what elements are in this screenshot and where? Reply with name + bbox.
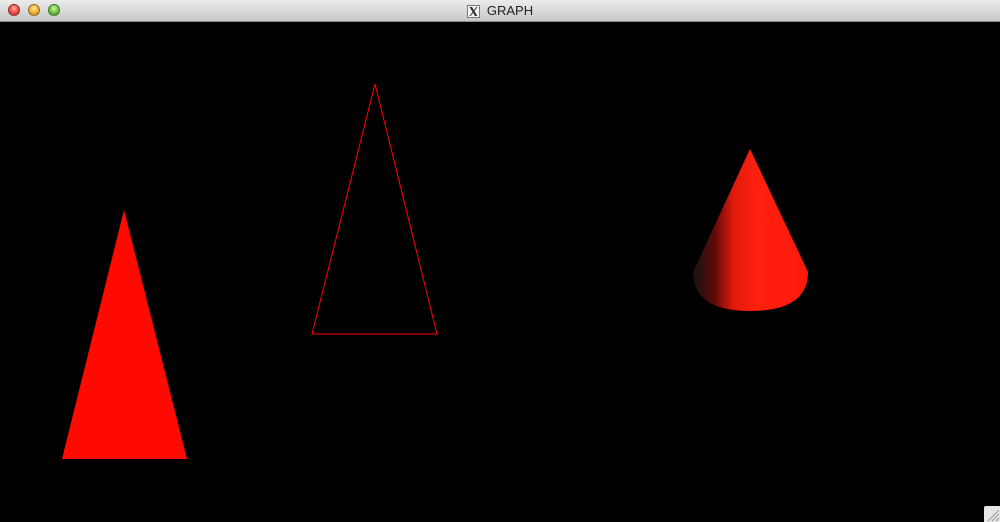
shaded-cone bbox=[693, 149, 808, 311]
title-area: GRAPH bbox=[0, 0, 1000, 22]
title-bar[interactable]: GRAPH bbox=[0, 0, 1000, 22]
window-title: GRAPH bbox=[486, 3, 534, 18]
graph-window: GRAPH bbox=[0, 0, 1000, 522]
outlined-triangle bbox=[311, 83, 438, 335]
resize-grip[interactable] bbox=[984, 506, 1000, 522]
close-button[interactable] bbox=[8, 4, 20, 16]
x11-icon bbox=[466, 4, 480, 18]
minimize-button[interactable] bbox=[28, 4, 40, 16]
render-canvas bbox=[62, 83, 808, 459]
filled-triangle bbox=[62, 210, 187, 459]
zoom-button[interactable] bbox=[48, 4, 60, 16]
